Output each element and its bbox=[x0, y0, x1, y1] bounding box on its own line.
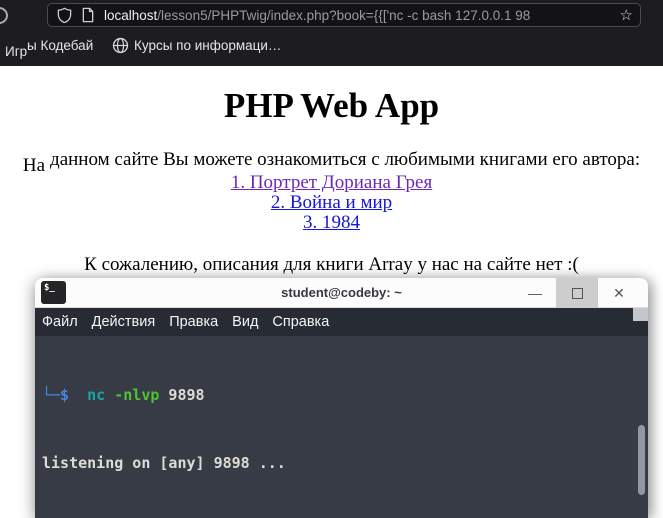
book-link-1984[interactable]: 3. 1984 bbox=[0, 213, 663, 233]
terminal-line: listening on [any] 9898 ... bbox=[42, 453, 286, 472]
book-links: 1. Портрет Дориана Грея 2. Война и мир 3… bbox=[0, 173, 663, 233]
bookmark-item-games-kodebay[interactable]: ы Кодебай bbox=[27, 38, 93, 53]
tracking-shield-icon[interactable] bbox=[57, 7, 72, 23]
minimize-button[interactable]: — bbox=[514, 278, 556, 308]
globe-icon bbox=[112, 37, 129, 54]
book-link-war-and-peace[interactable]: 2. Война и мир bbox=[0, 193, 663, 213]
window-controls: — ✕ bbox=[514, 278, 640, 308]
bookmark-item-courses[interactable]: Курсы по информаци… bbox=[134, 38, 281, 53]
no-description-text: К сожалению, описания для книги Array у … bbox=[84, 254, 579, 275]
intro-rest: данном сайте Вы можете ознакомиться с лю… bbox=[50, 149, 641, 170]
book-link-dorian-gray[interactable]: 1. Портрет Дориана Грея bbox=[0, 173, 663, 193]
intro-text: На данном сайте Вы можете ознакомиться с … bbox=[0, 149, 663, 176]
menu-view[interactable]: Вид bbox=[232, 314, 258, 330]
menu-help[interactable]: Справка bbox=[272, 314, 329, 330]
prompt-flags: -nlvp bbox=[105, 386, 160, 404]
maximize-button[interactable] bbox=[556, 278, 598, 308]
bookmarks-bar: Игр ы Кодебай Курсы по информаци… bbox=[0, 30, 663, 66]
terminal-app-icon[interactable]: $_ bbox=[41, 281, 66, 304]
prompt-command: nc bbox=[69, 386, 106, 404]
url-host: localhost bbox=[104, 7, 158, 23]
close-button[interactable]: ✕ bbox=[598, 278, 640, 308]
prompt-symbol: └─$ bbox=[42, 386, 70, 404]
terminal-menubar: Файл Действия Правка Вид Справка bbox=[35, 308, 648, 336]
maximize-icon bbox=[571, 287, 583, 299]
prompt-arg: 9898 bbox=[159, 386, 205, 404]
terminal-window: $_ student@codeby: ~ — ✕ Файл Действия П… bbox=[35, 278, 648, 518]
url-fade-overlay bbox=[586, 5, 614, 26]
url-path: /lesson5/PHPTwig/index.php?book={{['nc -… bbox=[157, 7, 531, 23]
menu-actions[interactable]: Действия bbox=[92, 314, 156, 330]
page-title: PHP Web App bbox=[223, 86, 440, 125]
menu-file[interactable]: Файл bbox=[42, 314, 78, 330]
url-text[interactable]: localhost/lesson5/PHPTwig/index.php?book… bbox=[104, 8, 618, 23]
address-bar[interactable]: localhost/lesson5/PHPTwig/index.php?book… bbox=[47, 3, 641, 27]
terminal-titlebar[interactable]: $_ student@codeby: ~ — ✕ bbox=[35, 278, 648, 308]
menu-edit[interactable]: Правка bbox=[169, 314, 218, 330]
scrollbar-thumb[interactable] bbox=[638, 425, 645, 495]
bookmark-star-icon[interactable]: ☆ bbox=[620, 8, 633, 23]
clipped-toolbar-icon bbox=[0, 7, 8, 24]
scrollbar-corner bbox=[633, 308, 648, 321]
browser-toolbar: localhost/lesson5/PHPTwig/index.php?book… bbox=[0, 0, 663, 66]
terminal-prompt-line: └─$ nc -nlvp 9898 bbox=[42, 384, 648, 407]
page-info-icon[interactable] bbox=[81, 7, 95, 23]
terminal-output-area[interactable]: └─$ nc -nlvp 9898 listening on [any] 989… bbox=[35, 336, 648, 518]
intro-first-word: На bbox=[22, 155, 46, 176]
bookmark-games-clipped-part[interactable]: Игр bbox=[5, 44, 27, 59]
